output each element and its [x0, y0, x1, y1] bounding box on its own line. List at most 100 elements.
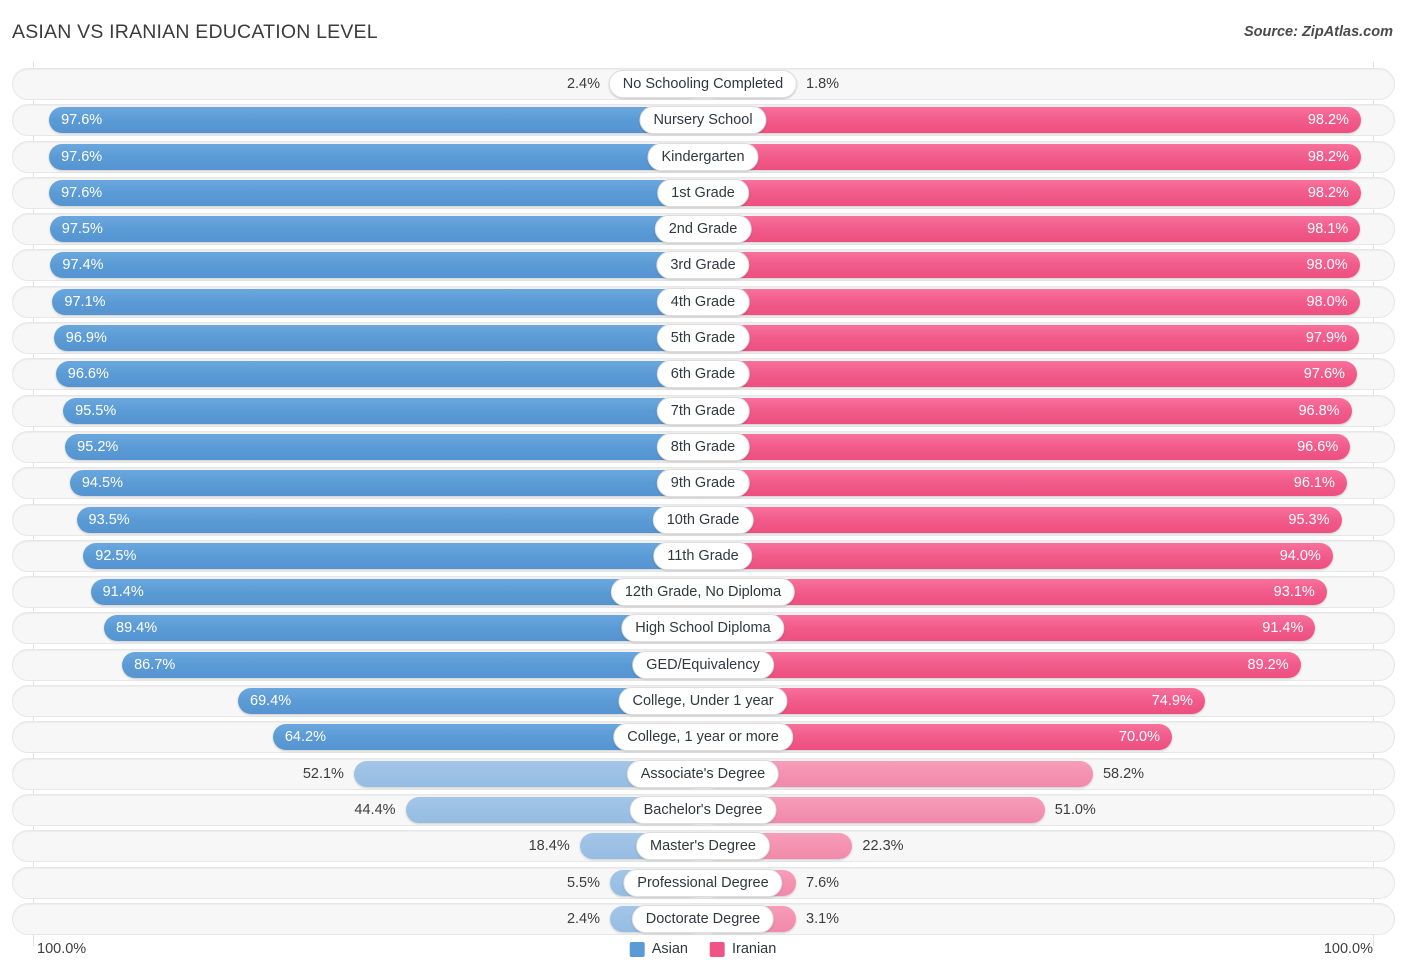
iranian-bar[interactable]: [703, 325, 1359, 352]
asian-value-label: 2.4%: [566, 76, 600, 92]
category-label[interactable]: 9th Grade: [656, 469, 750, 498]
iranian-bar[interactable]: [703, 216, 1361, 243]
category-label[interactable]: 8th Grade: [656, 432, 750, 461]
category-label[interactable]: 10th Grade: [652, 505, 754, 534]
iranian-half: 94.0%: [703, 542, 1373, 569]
iranian-bar[interactable]: [703, 143, 1361, 170]
iranian-value-label: 96.8%: [1298, 402, 1340, 419]
asian-half: 97.6%: [33, 179, 703, 206]
iranian-bar[interactable]: [703, 179, 1361, 206]
asian-value-label: 97.4%: [62, 257, 104, 274]
iranian-bar[interactable]: [703, 542, 1333, 569]
category-label[interactable]: 3rd Grade: [656, 251, 750, 280]
asian-value-label: 52.1%: [302, 765, 344, 782]
axis-label-left: 100.0%: [37, 941, 87, 957]
iranian-value-label: 51.0%: [1054, 801, 1096, 818]
asian-bar[interactable]: [52, 288, 703, 315]
iranian-bar[interactable]: [703, 470, 1347, 497]
chart-row: 97.1% 98.0% 4th Grade: [0, 285, 1406, 318]
iranian-bar[interactable]: [703, 361, 1357, 388]
asian-half: 97.4%: [33, 252, 703, 279]
category-label[interactable]: 11th Grade: [653, 541, 753, 570]
category-label[interactable]: Professional Degree: [623, 868, 783, 897]
asian-half: 69.4%: [33, 688, 703, 715]
category-label[interactable]: 4th Grade: [656, 287, 750, 316]
asian-value-label: 91.4%: [102, 584, 144, 601]
asian-value-label: 97.1%: [64, 293, 106, 310]
asian-bar[interactable]: [53, 325, 703, 352]
iranian-half: 96.8%: [703, 397, 1373, 424]
category-label[interactable]: Nursery School: [639, 106, 767, 135]
category-label[interactable]: 5th Grade: [656, 324, 750, 353]
category-label[interactable]: No Schooling Completed: [608, 70, 798, 98]
iranian-value-label: 97.9%: [1305, 330, 1347, 347]
chart-footer: 100.0% 100.0% Asian Iranian: [0, 938, 1406, 975]
iranian-value-label: 93.1%: [1273, 584, 1315, 601]
asian-bar[interactable]: [76, 506, 703, 533]
asian-bar[interactable]: [122, 651, 703, 678]
asian-half: 97.5%: [33, 216, 703, 243]
category-label[interactable]: High School Diploma: [621, 614, 785, 643]
iranian-value-label: 74.9%: [1151, 693, 1193, 710]
category-label[interactable]: College, 1 year or more: [613, 723, 793, 752]
iranian-bar[interactable]: [703, 288, 1360, 315]
asian-bar[interactable]: [49, 107, 703, 134]
asian-value-label: 5.5%: [566, 874, 600, 891]
asian-half: 91.4%: [33, 579, 703, 606]
asian-bar[interactable]: [104, 615, 703, 642]
iranian-bar[interactable]: [703, 506, 1342, 533]
asian-bar[interactable]: [55, 361, 703, 388]
asian-half: 93.5%: [33, 506, 703, 533]
iranian-bar[interactable]: [703, 252, 1360, 279]
category-label[interactable]: 6th Grade: [656, 360, 750, 389]
iranian-half: 98.2%: [703, 143, 1373, 170]
iranian-bar[interactable]: [703, 107, 1361, 134]
category-label[interactable]: Doctorate Degree: [631, 904, 775, 933]
iranian-swatch: [709, 941, 725, 957]
iranian-half: 98.0%: [703, 288, 1373, 315]
asian-bar[interactable]: [49, 143, 703, 170]
iranian-value-label: 22.3%: [862, 838, 904, 855]
iranian-bar[interactable]: [703, 651, 1301, 678]
category-label[interactable]: College, Under 1 year: [618, 687, 788, 716]
legend-item[interactable]: Iranian: [709, 941, 776, 957]
category-label[interactable]: Kindergarten: [647, 142, 759, 171]
chart-row: 86.7% 89.2% GED/Equivalency: [0, 648, 1406, 681]
legend-item[interactable]: Asian: [629, 941, 688, 957]
iranian-bar[interactable]: [703, 579, 1327, 606]
category-label[interactable]: 7th Grade: [656, 396, 750, 425]
category-label[interactable]: 1st Grade: [657, 178, 749, 207]
chart-row: 52.1% 58.2% Associate's Degree: [0, 757, 1406, 790]
category-label[interactable]: Master's Degree: [636, 832, 770, 861]
iranian-value-label: 58.2%: [1102, 765, 1145, 782]
iranian-half: 74.9%: [703, 688, 1373, 715]
asian-value-label: 2.4%: [566, 910, 600, 927]
asian-bar[interactable]: [50, 252, 703, 279]
iranian-bar[interactable]: [703, 615, 1316, 642]
iranian-half: 93.1%: [703, 579, 1373, 606]
chart-legend: Asian Iranian: [629, 941, 776, 957]
category-label[interactable]: 2nd Grade: [654, 215, 752, 244]
chart-row: 97.6% 98.2% Kindergarten: [0, 140, 1406, 173]
category-label[interactable]: Bachelor's Degree: [629, 795, 777, 824]
asian-bar[interactable]: [63, 397, 703, 424]
asian-bar[interactable]: [65, 433, 703, 460]
iranian-value-label: 1.8%: [806, 76, 840, 92]
iranian-half: 22.3%: [703, 833, 1373, 860]
asian-bar[interactable]: [49, 179, 703, 206]
asian-value-label: 92.5%: [95, 547, 137, 564]
category-label[interactable]: 12th Grade, No Diploma: [610, 578, 796, 607]
iranian-value-label: 98.0%: [1306, 293, 1348, 310]
iranian-half: 98.2%: [703, 179, 1373, 206]
asian-bar[interactable]: [83, 542, 703, 569]
asian-value-label: 95.2%: [77, 438, 119, 455]
iranian-bar[interactable]: [703, 397, 1352, 424]
category-label[interactable]: Associate's Degree: [626, 759, 780, 788]
asian-bar[interactable]: [49, 216, 703, 243]
iranian-half: 7.6%: [703, 869, 1373, 896]
asian-value-label: 97.6%: [61, 184, 103, 201]
category-label[interactable]: GED/Equivalency: [632, 650, 774, 679]
asian-half: 5.5%: [33, 869, 703, 896]
asian-bar[interactable]: [69, 470, 703, 497]
iranian-bar[interactable]: [703, 433, 1351, 460]
